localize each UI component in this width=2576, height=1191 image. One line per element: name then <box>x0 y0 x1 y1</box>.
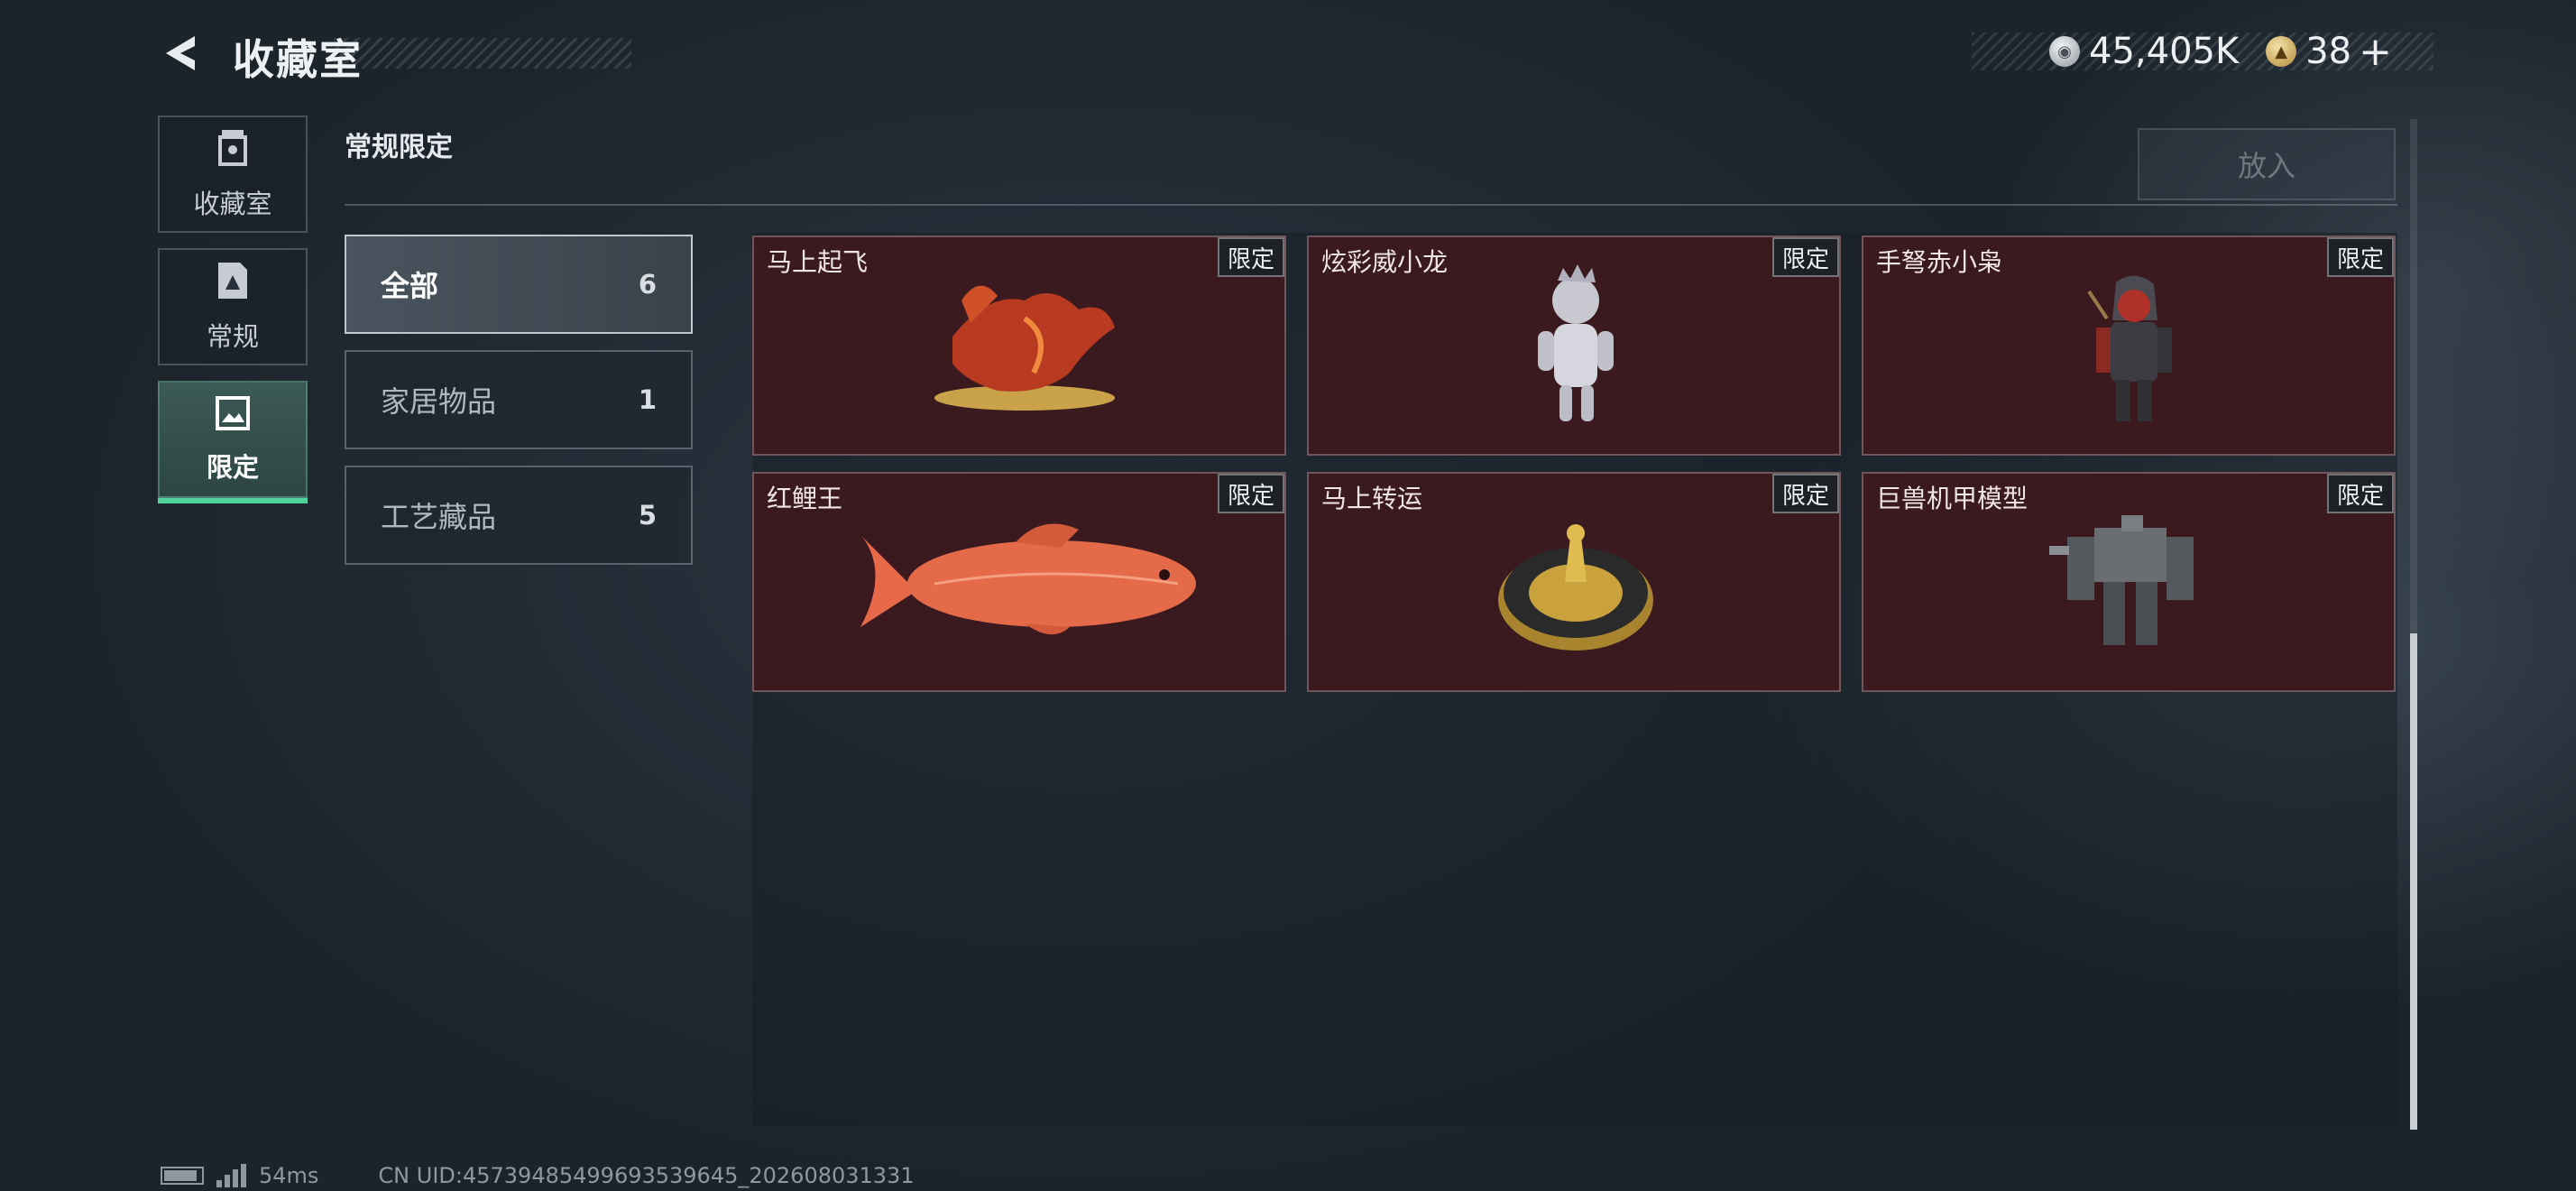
item-name: 巨兽机甲模型 <box>1876 484 2029 513</box>
category-count: 6 <box>638 269 657 300</box>
limited-badge: 限定 <box>2327 474 2394 513</box>
ping-text: 54ms <box>259 1163 319 1188</box>
place-button[interactable]: 放入 <box>2138 128 2396 200</box>
item-card[interactable]: 手弩赤小枭 限定 <box>1862 235 2396 456</box>
back-arrow-icon <box>166 36 195 70</box>
nav-item-label: 限定 <box>206 451 259 483</box>
divider <box>345 204 2397 206</box>
nav-item-label: 常规 <box>206 320 259 352</box>
section-title: 常规限定 <box>345 132 453 163</box>
nav-item-regular[interactable]: 常规 <box>158 248 308 365</box>
category-home-items[interactable]: 家居物品 1 <box>345 350 693 449</box>
limited-badge: 限定 <box>1218 237 1284 277</box>
category-label: 家居物品 <box>381 384 497 419</box>
item-card[interactable]: 红鲤王 限定 <box>752 472 1286 692</box>
category-label: 全部 <box>381 269 439 303</box>
document-icon <box>215 261 251 307</box>
item-card[interactable]: 马上转运 限定 <box>1307 472 1841 692</box>
signal-icon <box>216 1164 246 1187</box>
add-currency-button[interactable]: + <box>2359 29 2392 75</box>
item-name: 马上转运 <box>1321 484 1423 513</box>
battery-icon <box>161 1167 204 1185</box>
title-decoration <box>334 38 631 69</box>
nav-item-collection-room[interactable]: 收藏室 <box>158 115 308 233</box>
item-card[interactable]: 马上起飞 限定 <box>752 235 1286 456</box>
item-name: 红鲤王 <box>767 484 843 513</box>
item-name: 马上起飞 <box>767 247 869 277</box>
gold-coin-icon: ▲ <box>2266 36 2297 67</box>
item-grid: 马上起飞 限定 炫彩威小龙 限定 手弩赤小枭 限定 红鲤王 限定 马上转运 限定… <box>752 233 2397 1126</box>
category-count: 5 <box>638 500 657 531</box>
scroll-thumb[interactable] <box>2410 633 2417 1130</box>
limited-badge: 限定 <box>1772 474 1839 513</box>
status-footer: 54ms CN UID:457394854996935396​45_202608… <box>161 1162 915 1189</box>
category-crafts[interactable]: 工艺藏品 5 <box>345 466 693 565</box>
category-count: 1 <box>638 384 657 415</box>
silver-coin-icon: ◉ <box>2049 36 2080 67</box>
limited-badge: 限定 <box>2327 237 2394 277</box>
item-name: 手弩赤小枭 <box>1876 247 2003 277</box>
limited-badge: 限定 <box>1218 474 1284 513</box>
item-card[interactable]: 巨兽机甲模型 限定 <box>1862 472 2396 692</box>
gold-currency-value: 38 <box>2305 31 2352 72</box>
nav-item-limited[interactable]: 限定 <box>158 381 308 503</box>
nav-item-label: 收藏室 <box>193 188 272 219</box>
scrollbar[interactable] <box>2410 119 2417 1130</box>
back-button[interactable] <box>159 31 204 76</box>
uid-text: CN UID:457394854996935396​45_20260803133… <box>378 1163 915 1188</box>
image-icon <box>215 395 251 438</box>
limited-badge: 限定 <box>1772 237 1839 277</box>
silver-currency-value: 45,405K <box>2089 31 2240 72</box>
item-name: 炫彩威小龙 <box>1321 247 1449 277</box>
item-card[interactable]: 炫彩威小龙 限定 <box>1307 235 1841 456</box>
category-label: 工艺藏品 <box>381 500 497 534</box>
trophy-icon <box>215 128 251 174</box>
currency-bar: ◉ 45,405K ▲ 38 + <box>1972 29 2433 75</box>
category-all[interactable]: 全部 6 <box>345 235 693 334</box>
